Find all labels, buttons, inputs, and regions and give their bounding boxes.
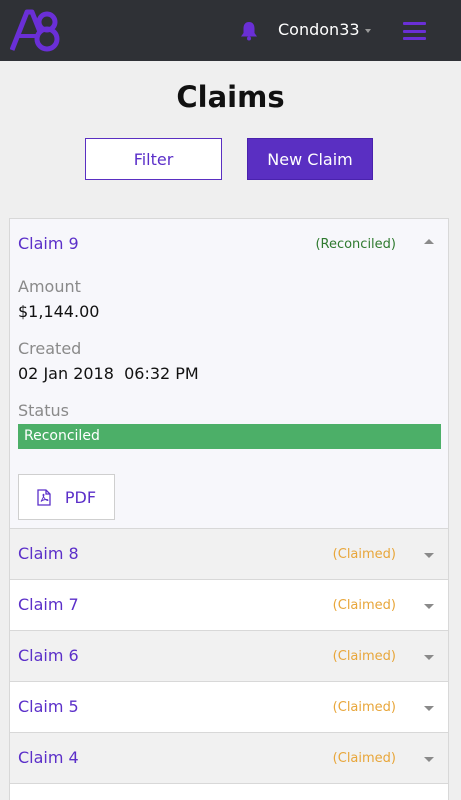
chevron-down-icon[interactable] [424, 757, 434, 762]
claim-state: (Claimed) [332, 598, 396, 613]
claim-title: Claim 4 [18, 748, 79, 767]
claim-row[interactable]: Claim 7 (Claimed) [10, 580, 448, 631]
claim-title: Claim 6 [18, 646, 79, 665]
claim-row-partial[interactable] [10, 784, 448, 800]
chevron-down-icon[interactable] [424, 604, 434, 609]
status-badge: Reconciled [18, 424, 441, 449]
claim-state: (Claimed) [332, 751, 396, 766]
hamburger-menu-icon[interactable] [403, 22, 426, 40]
amount-value: $1,144.00 [18, 302, 100, 321]
bell-icon[interactable] [240, 21, 258, 41]
user-menu[interactable]: Condon33 [278, 18, 371, 42]
a8-logo-icon[interactable] [10, 8, 62, 52]
pdf-file-icon [37, 488, 51, 506]
pdf-label: PDF [64, 487, 97, 507]
page-title: Claims [176, 80, 285, 114]
chevron-down-icon[interactable] [424, 706, 434, 711]
claim-row[interactable]: Claim 6 (Claimed) [10, 631, 448, 682]
top-navbar: Condon33 [0, 0, 461, 61]
claim-title: Claim 5 [18, 697, 79, 716]
claims-list: Claim 9 (Reconciled) Amount $1,144.00 Cr… [9, 218, 449, 800]
claim-title: Claim 8 [18, 544, 79, 563]
created-label: Created [18, 339, 82, 358]
claim-row[interactable]: Claim 8 (Claimed) [10, 529, 448, 580]
claim-state: (Reconciled) [315, 237, 396, 252]
new-claim-button[interactable]: New Claim [247, 138, 373, 180]
created-value: 02 Jan 2018 06:32 PM [18, 364, 199, 383]
claim-item-expanded: Claim 9 (Reconciled) Amount $1,144.00 Cr… [10, 219, 448, 529]
status-label: Status [18, 401, 69, 420]
claim-state: (Claimed) [332, 649, 396, 664]
chevron-up-icon[interactable] [424, 239, 434, 244]
claim-header[interactable]: Claim 9 (Reconciled) [10, 219, 448, 269]
claim-row[interactable]: Claim 5 (Claimed) [10, 682, 448, 733]
pdf-button[interactable]: PDF [18, 474, 115, 520]
chevron-down-icon[interactable] [424, 655, 434, 660]
claim-title: Claim 7 [18, 595, 79, 614]
amount-label: Amount [18, 277, 81, 296]
claim-row[interactable]: Claim 4 (Claimed) [10, 733, 448, 784]
chevron-down-icon [364, 29, 371, 33]
filter-button[interactable]: Filter [85, 138, 222, 180]
claim-state: (Claimed) [332, 700, 396, 715]
chevron-down-icon[interactable] [424, 553, 434, 558]
username-label: Condon33 [278, 20, 360, 39]
claim-title: Claim 9 [18, 234, 79, 253]
claim-state: (Claimed) [332, 547, 396, 562]
